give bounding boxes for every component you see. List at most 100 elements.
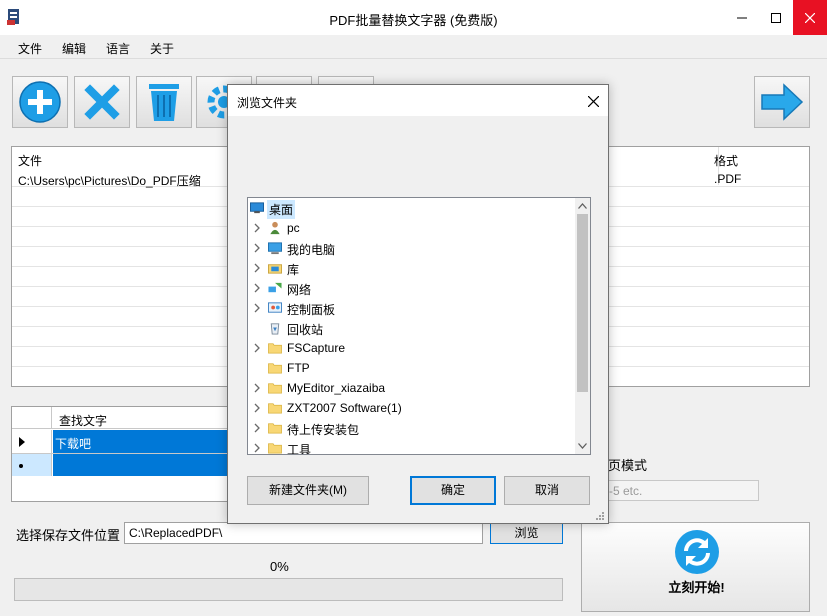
grid-cell-new[interactable] xyxy=(53,454,254,476)
menu-about[interactable]: 关于 xyxy=(150,40,174,57)
remove-icon xyxy=(84,84,120,120)
tree-item-2[interactable]: 我的电脑 xyxy=(248,238,575,258)
grid-header: 查找文字 xyxy=(12,407,254,429)
chevron-right-icon[interactable] xyxy=(252,343,262,353)
tree-item-label: MyEditor_xiazaiba xyxy=(287,381,386,395)
column-header-find[interactable]: 查找文字 xyxy=(59,412,107,429)
refresh-icon xyxy=(675,530,719,574)
chevron-right-icon[interactable] xyxy=(252,383,262,393)
tree-item-12[interactable]: 工具 xyxy=(248,438,575,454)
tree-item-label: pc xyxy=(287,221,300,235)
tree-item-label: FSCapture xyxy=(287,341,346,355)
row-header xyxy=(12,430,52,453)
chevron-right-icon[interactable] xyxy=(252,403,262,413)
menu-edit[interactable]: 编辑 xyxy=(62,40,86,57)
find-text-grid[interactable]: 查找文字 下载吧 xyxy=(11,406,255,502)
start-button[interactable]: 立刻开始! xyxy=(581,522,810,612)
tree-item-8[interactable]: FTP xyxy=(248,358,575,378)
tree-item-label: FTP xyxy=(287,361,310,375)
library-icon xyxy=(268,264,282,274)
chevron-right-icon[interactable] xyxy=(252,223,262,233)
menu-bar: 文件 编辑 语言 关于 xyxy=(0,35,827,59)
folder-tree[interactable]: 桌面 pc 我的电脑库网络控制面板 回收站 FSCapture FTP MyEditor_x… xyxy=(247,197,591,455)
tree-item-11[interactable]: 待上传安装包 xyxy=(248,418,575,438)
save-location-label: 选择保存文件位置 xyxy=(16,528,121,543)
page-range-input[interactable]: -5 etc. xyxy=(604,480,759,501)
tree-scrollbar[interactable] xyxy=(575,198,590,454)
grid-cell-value: 下载吧 xyxy=(55,437,92,451)
new-folder-button[interactable]: 新建文件夹(M) xyxy=(247,476,369,505)
desktop-icon xyxy=(250,202,264,214)
network-icon xyxy=(268,282,282,293)
clear-list-button[interactable] xyxy=(136,76,192,128)
file-format-cell: .PDF xyxy=(714,172,742,186)
folder-icon xyxy=(268,343,282,354)
chevron-down-icon xyxy=(578,443,587,449)
tree-item-label: 待上传安装包 xyxy=(287,423,360,437)
save-path-input[interactable]: C:\ReplacedPDF\ xyxy=(124,522,483,544)
chevron-right-icon[interactable] xyxy=(252,243,262,253)
cancel-button[interactable]: 取消 xyxy=(504,476,590,505)
dialog-title: 浏览文件夹 xyxy=(237,96,298,110)
row-header xyxy=(12,454,52,476)
tree-item-5[interactable]: 控制面板 xyxy=(248,298,575,318)
minimize-button[interactable] xyxy=(725,0,759,35)
close-icon xyxy=(587,95,599,107)
chevron-right-icon[interactable] xyxy=(252,303,262,313)
tree-item-label: 桌面 xyxy=(267,200,296,219)
tree-item-label: 网络 xyxy=(287,283,312,297)
tree-item-label: 控制面板 xyxy=(287,303,336,317)
current-row-marker-icon xyxy=(19,437,25,447)
maximize-icon xyxy=(771,12,781,23)
tree-item-10[interactable]: ZXT2007 Software(1) xyxy=(248,398,575,418)
folder-icon xyxy=(268,403,282,414)
chevron-right-icon[interactable] xyxy=(252,443,262,453)
browse-folder-dialog: 浏览文件夹 桌面 pc 我的电脑库网络控制面板 回收站 FSCapture FTP MyEd… xyxy=(227,84,609,524)
add-icon xyxy=(19,81,61,123)
tree-item-7[interactable]: FSCapture xyxy=(248,338,575,358)
tree-item-9[interactable]: MyEditor_xiazaiba xyxy=(248,378,575,398)
menu-language[interactable]: 语言 xyxy=(106,40,130,57)
ok-button[interactable]: 确定 xyxy=(410,476,496,505)
grid-cell-selected[interactable]: 下载吧 xyxy=(53,430,254,453)
folder-icon xyxy=(268,423,282,434)
grid-corner xyxy=(12,407,52,429)
next-arrow-icon xyxy=(761,83,804,121)
progress-bar xyxy=(14,578,563,601)
save-path-value: C:\ReplacedPDF\ xyxy=(129,526,223,540)
minimize-icon xyxy=(737,17,747,18)
close-icon xyxy=(805,12,815,23)
scroll-thumb[interactable] xyxy=(577,214,588,392)
add-file-button[interactable] xyxy=(12,76,68,128)
browse-button[interactable]: 浏览 xyxy=(490,522,563,544)
start-button-label: 立刻开始! xyxy=(668,580,725,595)
dialog-title-bar: 浏览文件夹 xyxy=(228,85,608,116)
tree-item-1[interactable]: pc xyxy=(248,218,575,238)
resize-grip-icon[interactable] xyxy=(595,511,605,521)
tree-item-label: 我的电脑 xyxy=(287,243,336,257)
grid-row-new[interactable] xyxy=(12,453,254,476)
folder-icon xyxy=(268,363,282,374)
new-row-marker-icon xyxy=(19,464,23,468)
scroll-down-button[interactable] xyxy=(577,440,588,452)
recycle-bin-icon xyxy=(270,323,280,335)
grid-row[interactable]: 下载吧 xyxy=(12,430,254,453)
next-button[interactable] xyxy=(754,76,810,128)
tree-item-label: ZXT2007 Software(1) xyxy=(287,401,402,415)
chevron-right-icon[interactable] xyxy=(252,263,262,273)
menu-file[interactable]: 文件 xyxy=(18,40,42,57)
remove-file-button[interactable] xyxy=(74,76,130,128)
tree-item-3[interactable]: 库 xyxy=(248,258,575,278)
control-panel-icon xyxy=(268,302,282,313)
maximize-button[interactable] xyxy=(759,0,793,35)
chevron-right-icon[interactable] xyxy=(252,283,262,293)
progress-percent: 0% xyxy=(270,559,289,574)
tree-item-6[interactable]: 回收站 xyxy=(248,318,575,338)
tree-item-0[interactable]: 桌面 xyxy=(248,198,575,219)
tree-item-4[interactable]: 网络 xyxy=(248,278,575,298)
dialog-close-button[interactable] xyxy=(583,91,603,111)
window-title: PDF批量替换文字器 (免费版) xyxy=(329,13,498,28)
close-button[interactable] xyxy=(793,0,827,35)
chevron-right-icon[interactable] xyxy=(252,423,262,433)
scroll-up-button[interactable] xyxy=(577,200,588,212)
